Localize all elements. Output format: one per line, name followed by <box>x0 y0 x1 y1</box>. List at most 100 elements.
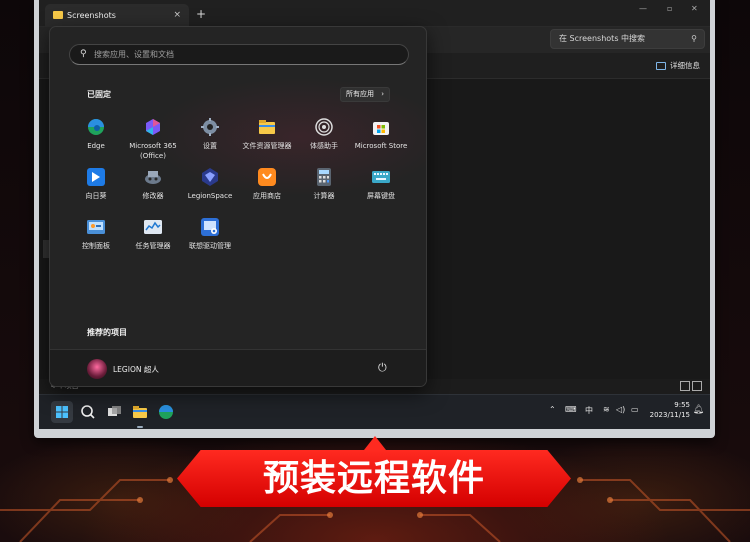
banner-text: 预装远程软件 <box>262 458 485 499</box>
minimize-button[interactable]: — <box>639 4 647 13</box>
calculator-icon <box>314 167 334 187</box>
pinned-app-label: 联想驱动管理 <box>189 242 231 250</box>
details-pane-icon <box>656 62 666 70</box>
pinned-app-label: Microsoft 365 (Office) <box>129 142 177 160</box>
pinned-app[interactable]: 设置 <box>181 117 239 152</box>
settings-icon <box>200 117 220 137</box>
monitor-frame: Screenshots × + — ▫ ✕ 在 Screenshots 中搜索 … <box>34 0 715 438</box>
battery-icon[interactable]: ▭ <box>631 405 639 414</box>
explorer-titlebar: Screenshots × + — ▫ ✕ <box>39 0 710 27</box>
task-view-button[interactable] <box>103 401 125 423</box>
all-apps-button[interactable]: 所有应用 › <box>340 87 390 102</box>
control-panel-icon <box>86 217 106 237</box>
pinned-app[interactable]: 任务管理器 <box>124 217 182 252</box>
pinned-section-title: 已固定 <box>87 90 111 99</box>
pinned-app[interactable]: 屏幕键盘 <box>352 167 410 202</box>
details-view-button[interactable] <box>680 381 690 391</box>
chevron-right-icon: › <box>381 90 384 98</box>
windows-logo-icon <box>56 406 68 418</box>
tab-title: Screenshots <box>67 11 116 20</box>
onscreen-keyboard-icon <box>371 167 391 187</box>
folder-icon <box>133 406 147 418</box>
pinned-app-label: LegionSpace <box>187 192 233 200</box>
pinned-app-label: 任务管理器 <box>135 242 171 250</box>
running-indicator <box>137 426 143 428</box>
start-button[interactable] <box>51 401 73 423</box>
close-button[interactable]: ✕ <box>691 4 698 13</box>
pinned-app-label: Microsoft Store <box>354 142 408 150</box>
edge-icon <box>159 405 173 419</box>
details-label: 详细信息 <box>670 61 700 70</box>
tiles-view-button[interactable] <box>692 381 702 391</box>
pinned-app-label: 屏幕键盘 <box>367 192 395 200</box>
motion-assistant-icon <box>314 117 334 137</box>
task-view-icon <box>108 406 121 416</box>
clock-time: 9:55 <box>674 401 690 409</box>
volume-icon[interactable]: ◁) <box>616 405 625 414</box>
user-name[interactable]: LEGION 超人 <box>113 364 159 375</box>
pinned-app[interactable]: Microsoft 365 (Office) <box>124 117 182 161</box>
task-manager-icon <box>143 217 163 237</box>
legionspace-icon <box>200 167 220 187</box>
app-store-icon <box>257 167 277 187</box>
user-avatar[interactable] <box>87 359 107 379</box>
chevron-up-icon[interactable]: ⌃ <box>549 405 556 414</box>
clock-date: 2023/11/15 <box>649 411 690 419</box>
pinned-app[interactable]: 文件资源管理器 <box>238 117 296 152</box>
tab-close-button[interactable]: × <box>173 4 181 27</box>
trainer-icon <box>143 167 163 187</box>
search-icon <box>81 405 95 419</box>
sunlogin-icon <box>86 167 106 187</box>
pinned-app[interactable]: LegionSpace <box>181 167 239 202</box>
clock[interactable]: 9:55 2023/11/15 <box>650 400 690 420</box>
maximize-button[interactable]: ▫ <box>667 4 672 13</box>
wifi-icon[interactable]: ≋ <box>603 405 610 414</box>
pinned-app[interactable]: 修改器 <box>124 167 182 202</box>
lenovo-driver-icon <box>200 217 220 237</box>
folder-search-placeholder: 在 Screenshots 中搜索 <box>559 34 646 43</box>
pinned-app-label: 向日葵 <box>85 192 107 200</box>
pinned-app-label: 修改器 <box>142 192 164 200</box>
pinned-app[interactable]: 控制面板 <box>67 217 125 252</box>
tab-screenshots[interactable]: Screenshots × <box>45 4 189 27</box>
start-footer: LEGION 超人 ⏻ <box>50 349 426 386</box>
pinned-app-label: 控制面板 <box>82 242 110 250</box>
pinned-app-label: 应用商店 <box>253 192 281 200</box>
start-search-placeholder: 搜索应用、设置和文档 <box>94 50 174 59</box>
folder-search-input[interactable]: 在 Screenshots 中搜索 ⚲ <box>550 29 705 49</box>
all-apps-label: 所有应用 <box>346 90 374 98</box>
keyboard-icon[interactable]: ⌨ <box>565 405 577 414</box>
edge-icon <box>86 117 106 137</box>
pinned-app[interactable]: 联想驱动管理 <box>181 217 239 252</box>
screen: Screenshots × + — ▫ ✕ 在 Screenshots 中搜索 … <box>39 0 710 429</box>
ime-indicator[interactable]: 中 <box>585 405 593 416</box>
pinned-app-label: 体感助手 <box>310 142 338 150</box>
folder-icon <box>53 11 63 19</box>
pinned-app-label: 计算器 <box>313 192 335 200</box>
pinned-app[interactable]: 体感助手 <box>295 117 353 152</box>
pinned-app[interactable]: Edge <box>67 117 125 152</box>
pinned-app[interactable]: 应用商店 <box>238 167 296 202</box>
search-icon: ⚲ <box>80 49 87 59</box>
taskbar: ⌃ ⌨ 中 ≋ ◁) ▭ 9:55 2023/11/15 🔔︎ <box>39 394 710 429</box>
notification-bell-icon[interactable]: 🔔︎ <box>693 405 704 415</box>
file-explorer-icon <box>257 117 277 137</box>
new-tab-button[interactable]: + <box>196 4 206 24</box>
recommended-section-title: 推荐的项目 <box>87 328 127 337</box>
power-icon[interactable]: ⏻ <box>378 361 387 375</box>
edge-taskbar-button[interactable] <box>155 401 177 423</box>
search-icon: ⚲ <box>691 34 697 43</box>
pinned-app[interactable]: 计算器 <box>295 167 353 202</box>
pinned-app-label: 设置 <box>203 142 217 150</box>
search-taskbar-button[interactable] <box>77 401 99 423</box>
start-menu: ⚲ 搜索应用、设置和文档 已固定 所有应用 › Edge Microsoft 36… <box>49 26 427 387</box>
pinned-app-label: Edge <box>87 142 105 150</box>
m365-icon <box>143 117 163 137</box>
pinned-app[interactable]: 向日葵 <box>67 167 125 202</box>
file-explorer-taskbar-button[interactable] <box>129 401 151 423</box>
pinned-app-label: 文件资源管理器 <box>242 142 292 150</box>
details-button[interactable]: 详细信息 <box>656 60 700 72</box>
pinned-app[interactable]: Microsoft Store <box>352 117 410 152</box>
store-icon <box>371 117 391 137</box>
start-search-input[interactable]: ⚲ 搜索应用、设置和文档 <box>69 44 409 65</box>
